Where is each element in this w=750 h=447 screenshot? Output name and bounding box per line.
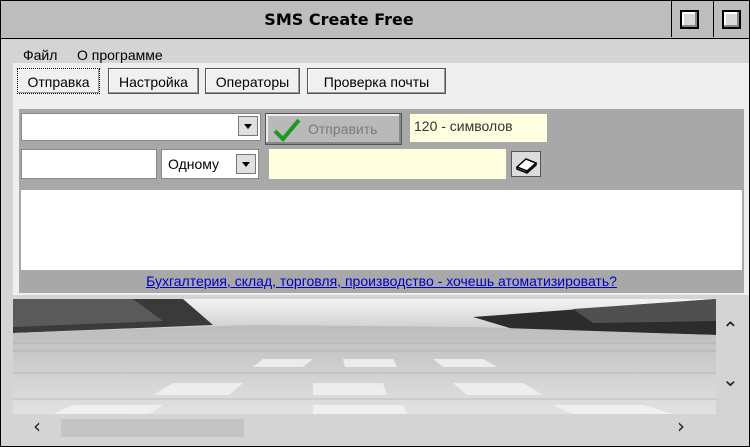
restore-icon	[722, 10, 741, 29]
window-title: SMS Create Free	[264, 10, 414, 29]
char-counter: 120 - символов	[410, 114, 547, 142]
send-label: Отправить	[308, 121, 378, 137]
send-button[interactable]: Отправить	[265, 113, 402, 145]
vertical-scrollbar[interactable]: ⌃ ⌄	[716, 299, 749, 414]
tab-operators[interactable]: Операторы	[205, 68, 300, 94]
horizontal-scrollbar[interactable]: ‹ ›	[13, 414, 716, 442]
title-bar[interactable]: SMS Create Free	[1, 1, 749, 39]
banner-road-image	[13, 299, 716, 414]
chevron-up-icon[interactable]: ⌃	[722, 317, 739, 341]
chevron-down-icon[interactable]	[236, 154, 256, 174]
send-form: Отправить 120 - символов Одному Бухгалте…	[19, 109, 744, 293]
mode-select[interactable]: Одному	[161, 149, 259, 179]
tab-settings[interactable]: Настройка	[108, 68, 199, 94]
ad-link[interactable]: Бухгалтерия, склад, торговля, производст…	[19, 273, 744, 291]
chevron-down-icon[interactable]: ⌄	[722, 367, 739, 391]
chevron-right-icon[interactable]: ›	[677, 414, 685, 438]
menu-bar: Файл О программе	[13, 45, 749, 63]
scrollbar-thumb[interactable]	[61, 419, 244, 437]
maximize-button[interactable]	[671, 1, 706, 37]
chevron-down-icon[interactable]	[238, 116, 258, 136]
recipient-combo[interactable]	[21, 113, 261, 141]
banner-image	[13, 299, 716, 414]
tab-mail-check[interactable]: Проверка почты	[307, 68, 446, 94]
chevron-left-icon[interactable]: ‹	[33, 414, 41, 438]
message-textarea[interactable]	[21, 190, 742, 270]
mode-value: Одному	[168, 156, 220, 172]
tab-send[interactable]: Отправка	[17, 68, 100, 94]
menu-about[interactable]: О программе	[77, 47, 163, 63]
book-icon	[515, 158, 538, 174]
number-input[interactable]	[21, 149, 157, 179]
app-window: SMS Create Free Файл О программе Отправк…	[0, 0, 750, 447]
main-panel: Отправка Настройка Операторы Проверка по…	[13, 63, 749, 295]
restore-button[interactable]	[713, 1, 748, 37]
address-book-button[interactable]	[511, 151, 541, 177]
checkmark-icon	[273, 118, 301, 142]
maximize-icon	[680, 10, 699, 29]
menu-file[interactable]: Файл	[23, 47, 57, 63]
sender-input[interactable]	[269, 149, 506, 179]
